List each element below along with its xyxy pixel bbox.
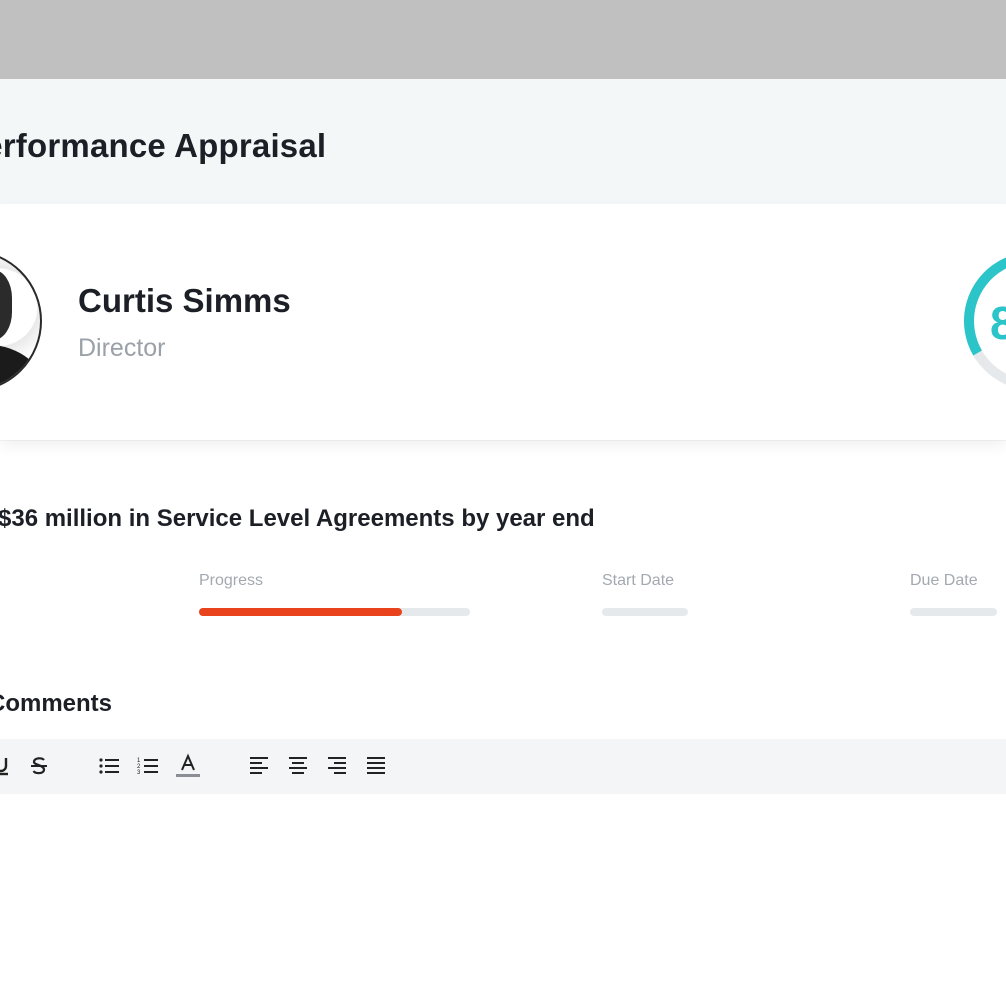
align-center-icon[interactable] xyxy=(285,753,311,779)
comments-label: Comments xyxy=(0,690,113,717)
progress-fill xyxy=(199,608,403,616)
progress-label: Progress xyxy=(199,572,264,589)
align-left-icon[interactable] xyxy=(246,753,272,779)
strikethrough-icon[interactable] xyxy=(26,753,52,779)
progress-bar xyxy=(199,608,470,616)
numbered-list-icon[interactable]: 1 2 3 xyxy=(135,753,161,779)
avatar-shoulders xyxy=(0,344,40,390)
page-title: Performance Appraisal xyxy=(0,127,327,164)
due-date-value xyxy=(910,608,997,616)
score-value: 8 xyxy=(990,297,1006,349)
due-date-label: Due Date xyxy=(910,572,978,589)
start-date-value xyxy=(602,608,688,616)
text-color-icon[interactable] xyxy=(175,753,201,779)
employee-role: Director xyxy=(78,334,166,362)
avatar[interactable] xyxy=(0,250,42,392)
goal-title: $36 million in Service Level Agreements … xyxy=(0,505,595,532)
align-justify-icon[interactable] xyxy=(363,753,389,779)
bullet-list-icon[interactable] xyxy=(96,753,122,779)
editor-toolbar: 1 2 3 xyxy=(0,739,1006,794)
avatar-face xyxy=(0,270,12,340)
underline-icon[interactable] xyxy=(0,753,14,779)
window-top-bar xyxy=(0,0,1006,79)
start-date-label: Start Date xyxy=(602,572,675,589)
svg-text:3: 3 xyxy=(137,770,141,776)
profile-card: Curtis Simms Director 8 xyxy=(0,204,1006,440)
employee-name: Curtis Simms xyxy=(78,282,291,319)
align-right-icon[interactable] xyxy=(324,753,350,779)
